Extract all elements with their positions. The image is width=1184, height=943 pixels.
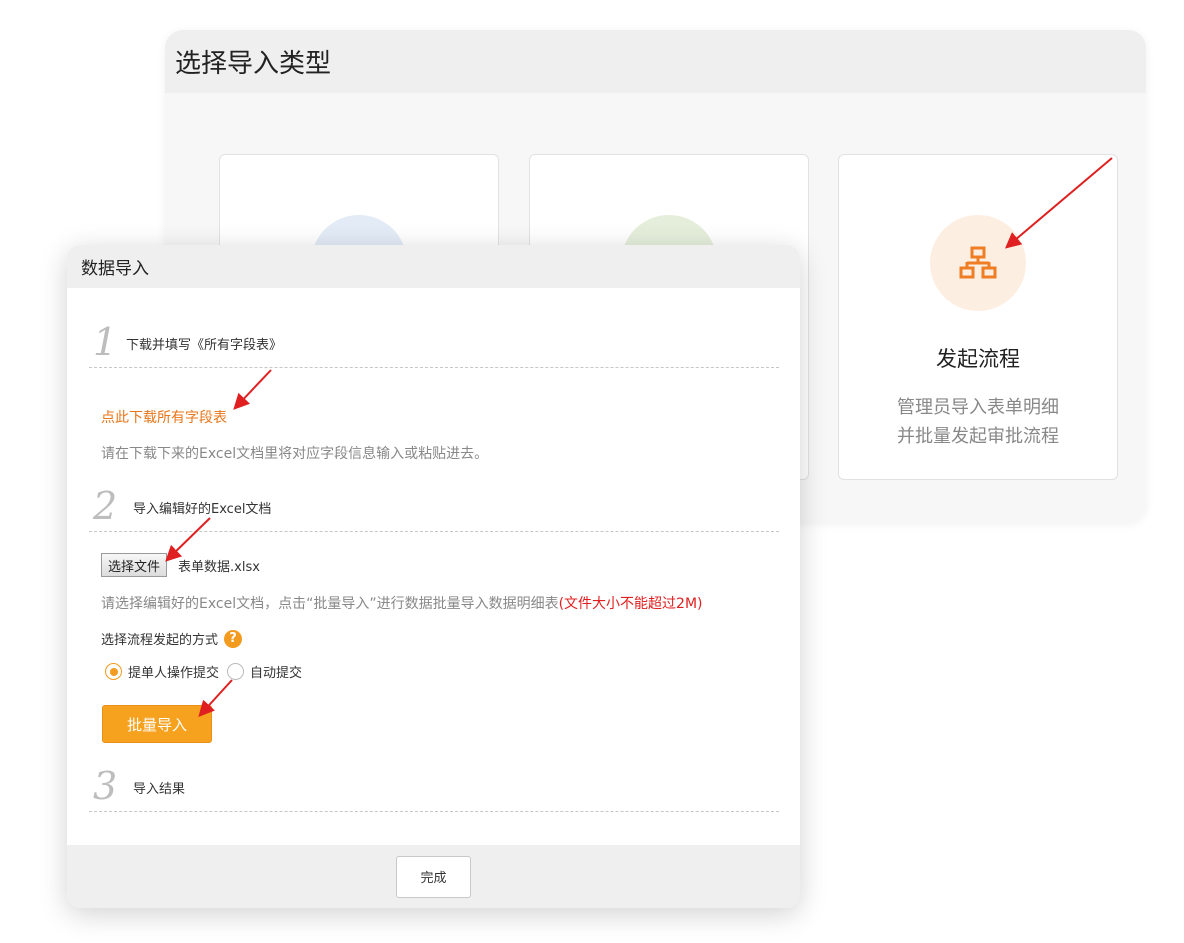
step-3-header: 3 导入结果 — [89, 758, 779, 812]
radio-auto-submit-label[interactable]: 自动提交 — [250, 662, 302, 681]
type-card-desc: 管理员导入表单明细 并批量发起审批流程 — [839, 393, 1117, 451]
type-card-start-process[interactable]: 发起流程 管理员导入表单明细 并批量发起审批流程 — [838, 154, 1118, 480]
step-2-hint: 请选择编辑好的Excel文档，点击“批量导入”进行数据批量导入数据明细表(文件大… — [101, 593, 703, 613]
radio-auto-submit[interactable] — [227, 663, 245, 680]
file-size-warning: (文件大小不能超过2M) — [558, 596, 703, 612]
step-2-number: 2 — [93, 484, 118, 528]
process-mode-label: 选择流程发起的方式 ? — [101, 629, 243, 648]
type-card-name: 发起流程 — [936, 347, 1020, 371]
step-1-number: 1 — [93, 320, 118, 364]
type-card-desc-line2: 并批量发起审批流程 — [897, 426, 1059, 447]
done-button[interactable]: 完成 — [396, 855, 471, 898]
data-import-dialog: 数据导入 1 下载并填写《所有字段表》 点此下载所有字段表 请在下载下来的Exc… — [67, 245, 800, 908]
step-2-hint-text: 请选择编辑好的Excel文档，点击“批量导入”进行数据批量导入数据明细表 — [101, 596, 559, 612]
step-1-title: 下载并填写《所有字段表》 — [126, 338, 283, 353]
step-1-hint: 请在下载下来的Excel文档里将对应字段信息输入或粘贴进去。 — [101, 446, 489, 462]
step-2-title: 导入编辑好的Excel文档 — [133, 502, 272, 517]
help-icon[interactable]: ? — [224, 629, 243, 648]
org-chart-icon — [930, 215, 1026, 311]
dialog-footer: 完成 — [67, 845, 800, 908]
process-mode-label-text: 选择流程发起的方式 — [101, 633, 219, 648]
selected-file-name: 表单数据.xlsx — [178, 560, 260, 575]
import-type-header: 选择导入类型 — [165, 30, 1146, 93]
radio-submitter-submit-label[interactable]: 提单人操作提交 — [128, 662, 219, 681]
import-type-title: 选择导入类型 — [175, 49, 332, 79]
dialog-header: 数据导入 — [67, 245, 800, 288]
batch-import-button[interactable]: 批量导入 — [102, 705, 212, 743]
step-3-title: 导入结果 — [133, 782, 186, 797]
type-card-desc-line1: 管理员导入表单明细 — [897, 397, 1059, 418]
choose-file-button[interactable]: 选择文件 — [101, 553, 168, 577]
process-mode-options: 提单人操作提交 自动提交 — [105, 662, 302, 681]
radio-submitter-submit[interactable] — [105, 663, 122, 680]
dialog-body: 1 下载并填写《所有字段表》 点此下载所有字段表 请在下载下来的Excel文档里… — [67, 288, 800, 845]
step-2-header: 2 导入编辑好的Excel文档 — [89, 478, 779, 532]
dialog-title: 数据导入 — [81, 259, 149, 279]
step-1-header: 1 下载并填写《所有字段表》 — [89, 312, 779, 368]
step-3-number: 3 — [93, 764, 118, 808]
download-fields-link[interactable]: 点此下载所有字段表 — [101, 407, 227, 427]
